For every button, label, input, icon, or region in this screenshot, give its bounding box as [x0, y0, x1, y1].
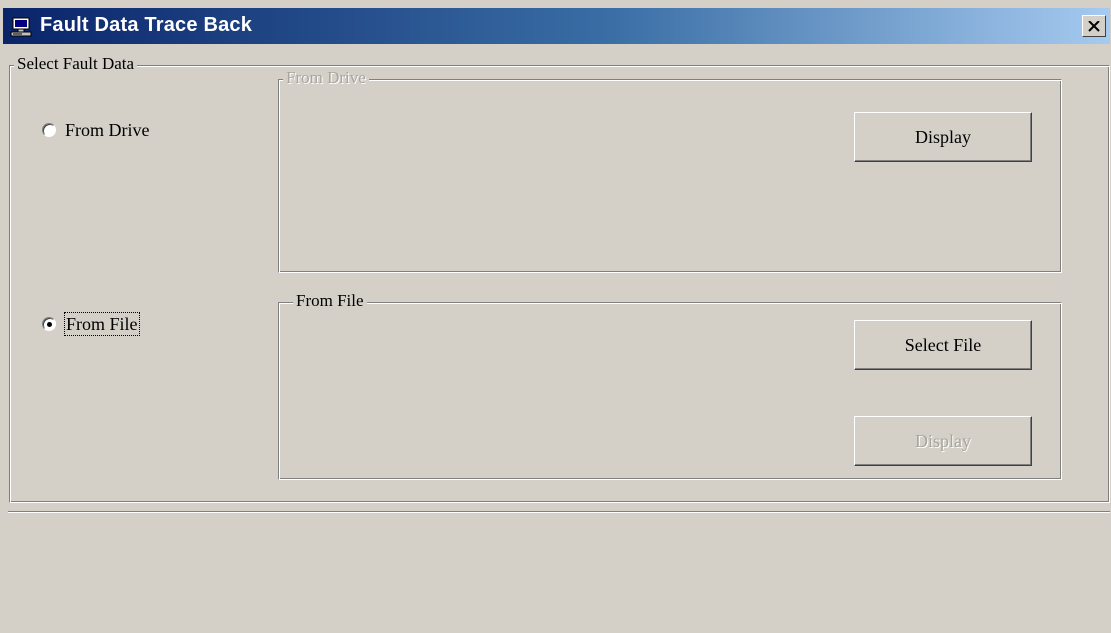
close-icon	[1088, 20, 1100, 32]
from-file-radio-label[interactable]: From File	[64, 312, 140, 336]
fault-data-trace-back-window: Fault Data Trace Back Select Fault Data …	[0, 0, 1111, 633]
from-drive-radio-label[interactable]: From Drive	[65, 119, 150, 141]
window-title: Fault Data Trace Back	[40, 14, 253, 36]
from-drive-radio-circle[interactable]	[42, 123, 56, 137]
title-bar[interactable]: Fault Data Trace Back	[3, 8, 1110, 44]
from-drive-group: From Drive	[278, 68, 1062, 273]
from-file-legend: From File	[293, 291, 367, 311]
from-drive-legend: From Drive	[283, 68, 369, 88]
select-fault-data-legend: Select Fault Data	[14, 54, 138, 74]
file-display-button[interactable]: Display	[854, 416, 1032, 466]
from-file-radio-circle[interactable]	[42, 317, 56, 331]
close-button[interactable]	[1082, 15, 1106, 37]
radio-selected-dot	[47, 322, 52, 327]
from-drive-radio[interactable]: From Drive	[42, 119, 150, 141]
status-separator	[8, 511, 1110, 513]
computer-icon	[10, 17, 32, 37]
from-file-radio[interactable]: From File	[42, 312, 140, 336]
drive-display-button[interactable]: Display	[854, 112, 1032, 162]
select-file-button[interactable]: Select File	[854, 320, 1032, 370]
